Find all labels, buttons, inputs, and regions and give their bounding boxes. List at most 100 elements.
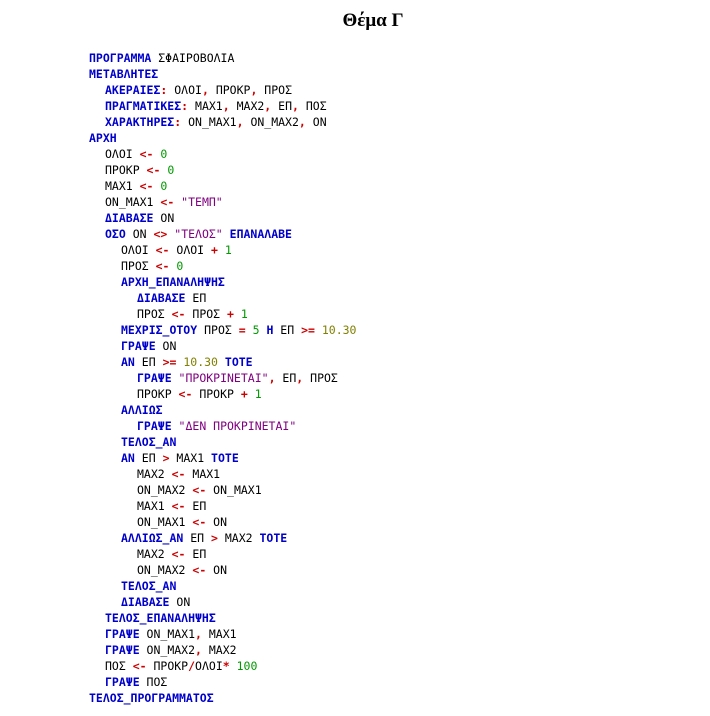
- code-token: ΕΠ: [134, 451, 163, 465]
- code-token: ON: [169, 595, 191, 609]
- code-token: ΕΠ: [185, 547, 207, 561]
- code-token: ΜΕΤΑΒΛΗΤΕΣ: [89, 67, 159, 81]
- code-token: ON_MAX1: [139, 627, 196, 641]
- code-token: ΠΟΣ: [105, 659, 133, 673]
- code-block: ΠΡΟΓΡΑΜΜΑ ΣΦΑΙΡΟΒΟΛΙΑ ΜΕΤΑΒΛΗΤΕΣ ΑΚΕΡΑΙΕΣ:…: [89, 50, 356, 706]
- code-token: ΤΕΛΟΣ_ΠΡΟΓΡΑΜΜΑΤΟΣ: [89, 691, 214, 705]
- code-token: 10.30: [176, 355, 218, 369]
- code-token: ΠΡΟΣ: [121, 259, 156, 273]
- code-token: MAX2: [201, 643, 237, 657]
- code-line: ΑΡΧΗ_ΕΠΑΝΑΛΗΨΗΣ: [89, 274, 356, 290]
- code-token: ΕΠΑΝΑΛΑΒΕ: [222, 227, 292, 241]
- code-token: ΕΠ: [275, 371, 297, 385]
- code-token: ΑΝ: [121, 451, 135, 465]
- code-line: MAX2 <- ΕΠ: [89, 546, 356, 562]
- code-token: <-: [132, 659, 147, 673]
- code-token: ON_MAX1: [181, 115, 237, 129]
- code-line: ΟΛΟΙ <- ΟΛΟΙ + 1: [89, 242, 356, 258]
- code-token: 10.30: [314, 323, 357, 337]
- code-token: <-: [171, 547, 186, 561]
- code-token: <-: [146, 163, 161, 177]
- code-token: ΠΡΟΓΡΑΜΜΑ: [89, 51, 152, 65]
- code-token: ΠΡΑΓΜΑΤΙΚΕΣ: [105, 99, 182, 113]
- code-token: ΤΕΛΟΣ_ΑΝ: [121, 435, 177, 449]
- code-token: +: [240, 387, 248, 401]
- code-token: +: [227, 307, 234, 321]
- code-token: >: [211, 531, 218, 545]
- code-token: Η: [259, 323, 274, 337]
- code-line: ΟΣΟ ON <> "ΤΕΛΟΣ" ΕΠΑΝΑΛΑΒΕ: [89, 226, 356, 242]
- code-token: ΑΛΛΙΩΣ: [121, 403, 163, 417]
- code-token: <-: [192, 563, 207, 577]
- code-token: ΤΟΤΕ: [217, 355, 253, 369]
- code-line: ΑΛΛΙΩΣ: [89, 402, 356, 418]
- code-line: ΠΡΟΣ <- ΠΡΟΣ + 1: [89, 306, 356, 322]
- code-line: ΤΕΛΟΣ_ΑΝ: [89, 434, 356, 450]
- code-token: ,: [292, 99, 299, 113]
- code-token: 0: [169, 259, 184, 273]
- code-token: ΠΟΣ: [298, 99, 327, 113]
- code-line: ΠΡΟΚΡ <- ΠΡΟΚΡ + 1: [89, 386, 356, 402]
- code-token: "ΔΕΝ ΠΡΟΚΡΙΝΕΤΑΙ": [171, 419, 297, 433]
- code-token: ON_MAX2: [139, 643, 196, 657]
- code-line: ΓΡΑΨΕ "ΠΡΟΚΡΙΝΕΤΑΙ", ΕΠ, ΠΡΟΣ: [89, 370, 356, 386]
- code-token: ,: [236, 115, 244, 129]
- code-token: ΠΡΟΣ: [303, 371, 338, 385]
- code-line: ΠΡΟΓΡΑΜΜΑ ΣΦΑΙΡΟΒΟΛΙΑ: [89, 50, 356, 66]
- code-token: MAX1: [188, 99, 223, 113]
- code-line: ΠΡΑΓΜΑΤΙΚΕΣ: MAX1, MAX2, ΕΠ, ΠΟΣ: [89, 98, 356, 114]
- code-token: ΠΟΣ: [139, 675, 168, 689]
- code-token: MAX2: [229, 99, 265, 113]
- code-line: ON_MAX1 <- "ΤΕΜΠ": [89, 194, 356, 210]
- code-token: ON_MAX1: [105, 195, 161, 209]
- code-token: ΕΠ: [185, 499, 207, 513]
- code-line: ΓΡΑΨΕ ON_MAX1, MAX1: [89, 626, 356, 642]
- code-line: ΜΕΤΑΒΛΗΤΕΣ: [89, 66, 356, 82]
- code-token: ΟΣΟ: [105, 227, 126, 241]
- code-token: ΠΡΟΚΡ: [105, 163, 147, 177]
- code-token: ΧΑΡΑΚΤΗΡΕΣ: [105, 115, 175, 129]
- code-token: ΔΙΑΒΑΣΕ: [121, 595, 170, 609]
- code-token: >=: [301, 323, 315, 337]
- code-token: ΓΡΑΨΕ: [105, 675, 140, 689]
- code-line: ΔΙΑΒΑΣΕ ON: [89, 210, 356, 226]
- code-token: <-: [160, 195, 175, 209]
- code-token: ON_MAX1: [206, 483, 262, 497]
- code-token: ON: [125, 227, 154, 241]
- code-token: ΓΡΑΨΕ: [137, 419, 172, 433]
- code-token: ΑΡΧΗ: [89, 131, 117, 145]
- code-token: ΓΡΑΨΕ: [105, 627, 140, 641]
- code-token: MAX1: [105, 179, 140, 193]
- code-line: ΠΡΟΚΡ <- 0: [89, 162, 356, 178]
- code-line: ΠΟΣ <- ΠΡΟΚΡ/ΟΛΟΙ* 100: [89, 658, 356, 674]
- code-token: <-: [192, 515, 207, 529]
- code-line: ON_MAX2 <- ON_MAX1: [89, 482, 356, 498]
- code-token: ON: [206, 515, 228, 529]
- code-token: ,: [222, 99, 230, 113]
- code-line: ΑΚΕΡΑΙΕΣ: ΟΛΟΙ, ΠΡΟΚΡ, ΠΡΟΣ: [89, 82, 356, 98]
- code-token: ΑΡΧΗ_ΕΠΑΝΑΛΗΨΗΣ: [121, 275, 225, 289]
- code-token: 100: [229, 659, 258, 673]
- code-token: ,: [268, 371, 276, 385]
- code-token: /: [188, 659, 196, 673]
- code-token: 1: [247, 387, 262, 401]
- code-token: <-: [171, 307, 186, 321]
- code-token: ΤΟΤΕ: [204, 451, 239, 465]
- code-token: ΓΡΑΨΕ: [137, 371, 172, 385]
- code-token: ΟΛΟΙ: [195, 659, 223, 673]
- code-token: ΟΛΟΙ: [121, 243, 156, 257]
- code-token: *: [222, 659, 230, 673]
- code-token: 0: [153, 147, 168, 161]
- code-token: <-: [155, 243, 170, 257]
- code-token: ΔΙΑΒΑΣΕ: [137, 291, 186, 305]
- code-line: ΤΕΛΟΣ_ΕΠΑΝΑΛΗΨΗΣ: [89, 610, 356, 626]
- code-token: ΣΦΑΙΡΟΒΟΛΙΑ: [151, 51, 235, 65]
- code-token: ΤΕΛΟΣ_ΕΠΑΝΑΛΗΨΗΣ: [105, 611, 216, 625]
- code-token: <-: [139, 179, 154, 193]
- code-token: ΕΠ: [134, 355, 163, 369]
- code-line: ΓΡΑΨΕ ON_MAX2, MAX2: [89, 642, 356, 658]
- code-token: "ΤΕΛΟΣ": [167, 227, 223, 241]
- code-token: ΠΡΟΚΡ: [146, 659, 189, 673]
- code-line: ΓΡΑΨΕ ΠΟΣ: [89, 674, 356, 690]
- code-token: ΠΡΟΚΡ: [208, 83, 251, 97]
